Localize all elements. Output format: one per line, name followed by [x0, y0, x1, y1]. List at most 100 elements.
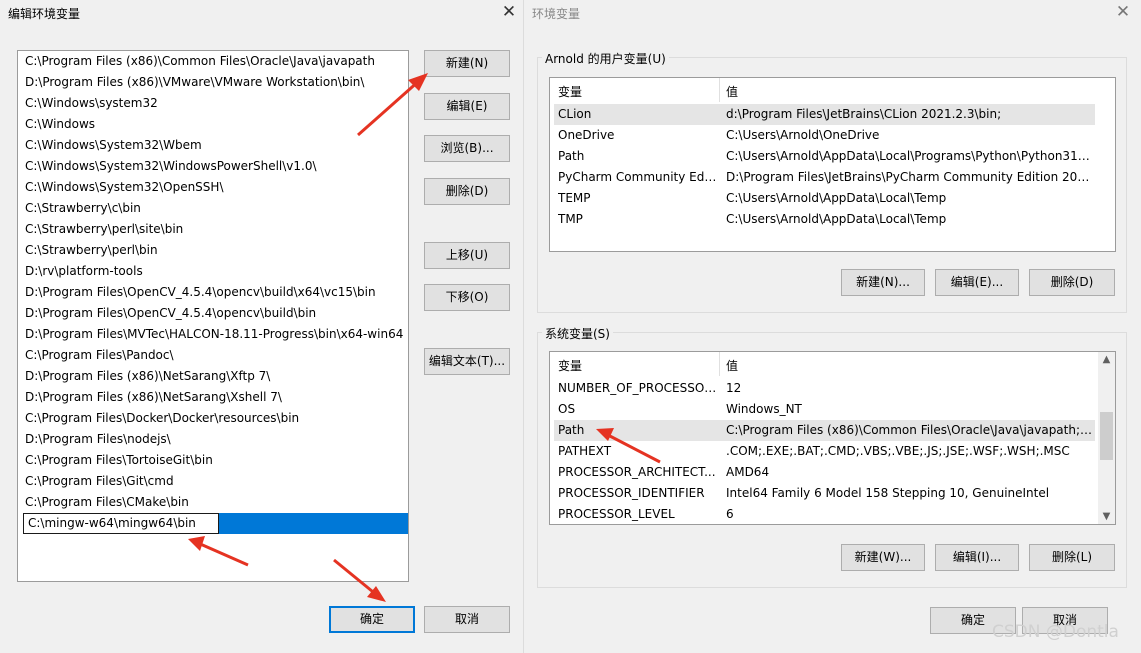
new-button[interactable]: 新建(N) — [424, 50, 510, 77]
user-delete-button[interactable]: 删除(D) — [1029, 269, 1115, 296]
path-list-item[interactable]: C:\Windows\system32 — [18, 93, 408, 114]
variable-value: C:\Program Files (x86)\Common Files\Orac… — [726, 423, 1094, 437]
close-icon[interactable]: ✕ — [1108, 0, 1138, 24]
close-icon[interactable]: ✕ — [494, 0, 524, 24]
user-vars-table[interactable]: 变量 值 CLion d:\Program Files\JetBrains\CLi… — [549, 77, 1116, 252]
table-row[interactable]: NUMBER_OF_PROCESSORS 12 — [554, 378, 1095, 399]
path-edit-row[interactable]: C:\mingw-w64\mingw64\bin — [18, 513, 408, 534]
dialog-title: 编辑环境变量 — [8, 7, 81, 21]
table-row[interactable]: Path C:\Program Files (x86)\Common Files\… — [554, 420, 1095, 441]
variable-name: PROCESSOR_LEVEL — [558, 507, 675, 521]
column-header-variable[interactable]: 变量 — [558, 357, 582, 374]
table-row[interactable]: Path C:\Users\Arnold\AppData\Local\Progra… — [554, 146, 1095, 167]
edit-env-var-dialog: 编辑环境变量 ✕ C:\Program Files (x86)\Common F… — [0, 0, 524, 653]
variable-value: AMD64 — [726, 465, 770, 479]
table-row[interactable]: OS Windows_NT — [554, 399, 1095, 420]
browse-button[interactable]: 浏览(B)... — [424, 135, 510, 162]
path-list-item[interactable]: C:\Program Files\Git\cmd — [18, 471, 408, 492]
table-row[interactable]: CLion d:\Program Files\JetBrains\CLion 20… — [554, 104, 1095, 125]
user-new-button[interactable]: 新建(N)... — [841, 269, 925, 296]
user-vars-label: Arnold 的用户变量(U) — [542, 50, 669, 67]
column-header-variable[interactable]: 变量 — [558, 83, 582, 100]
variable-name: TEMP — [558, 191, 591, 205]
variable-name: CLion — [558, 107, 592, 121]
path-list-item[interactable]: D:\Program Files\nodejs\ — [18, 429, 408, 450]
path-list-item[interactable]: D:\Program Files (x86)\VMware\VMware Wor… — [18, 72, 408, 93]
path-list-item[interactable]: D:\Program Files\MVTec\HALCON-18.11-Prog… — [18, 324, 408, 345]
ok-button[interactable]: 确定 — [329, 606, 415, 633]
variable-name: OneDrive — [558, 128, 615, 142]
scroll-down-icon[interactable]: ▼ — [1098, 511, 1115, 522]
system-vars-table[interactable]: 变量 值 NUMBER_OF_PROCESSORS 12 OS Windows_NT P… — [549, 351, 1116, 525]
table-row[interactable]: PATHEXT .COM;.EXE;.BAT;.CMD;.VBS;.VBE;.JS… — [554, 441, 1095, 462]
watermark: CSDN @Dontla — [992, 622, 1119, 642]
variable-name: PROCESSOR_IDENTIFIER — [558, 486, 705, 500]
table-row[interactable]: PROCESSOR_ARCHITECT... AMD64 — [554, 462, 1095, 483]
path-list-item[interactable]: C:\Strawberry\perl\site\bin — [18, 219, 408, 240]
variable-value: d:\Program Files\JetBrains\CLion 2021.2.… — [726, 107, 1002, 121]
delete-button[interactable]: 删除(D) — [424, 178, 510, 205]
path-list-item[interactable]: D:\Program Files (x86)\NetSarang\Xshell … — [18, 387, 408, 408]
table-header: 变量 值 — [550, 78, 1115, 102]
variable-value: C:\Users\Arnold\AppData\Local\Temp — [726, 191, 947, 205]
path-list[interactable]: C:\Program Files (x86)\Common Files\Orac… — [17, 50, 409, 582]
path-list-item[interactable]: C:\Windows — [18, 114, 408, 135]
system-new-button[interactable]: 新建(W)... — [841, 544, 925, 571]
path-list-item[interactable]: D:\Program Files\OpenCV_4.5.4\opencv\bui… — [18, 303, 408, 324]
variable-name: PyCharm Community Editi... — [558, 170, 718, 184]
variable-value: 6 — [726, 507, 734, 521]
variable-value: C:\Users\Arnold\AppData\Local\Temp — [726, 212, 947, 226]
edit-button[interactable]: 编辑(E) — [424, 93, 510, 120]
variable-value: 12 — [726, 381, 742, 395]
path-list-item[interactable]: C:\Windows\System32\OpenSSH\ — [18, 177, 408, 198]
scroll-thumb[interactable] — [1100, 412, 1113, 460]
scroll-up-icon[interactable]: ▲ — [1098, 354, 1115, 365]
env-vars-dialog: 环境变量 ✕ Arnold 的用户变量(U) 变量 值 CLion d:\Prog… — [525, 0, 1141, 653]
variable-name: TMP — [558, 212, 583, 226]
path-list-item[interactable]: C:\Windows\System32\Wbem — [18, 135, 408, 156]
column-header-value[interactable]: 值 — [726, 83, 738, 100]
table-row[interactable]: OneDrive C:\Users\Arnold\OneDrive — [554, 125, 1095, 146]
table-header: 变量 值 — [550, 352, 1115, 376]
system-edit-button[interactable]: 编辑(I)... — [935, 544, 1019, 571]
move-down-button[interactable]: 下移(O) — [424, 284, 510, 311]
table-row[interactable]: PROCESSOR_LEVEL 6 — [554, 504, 1095, 524]
variable-name: PATHEXT — [558, 444, 612, 458]
edit-text-button[interactable]: 编辑文本(T)... — [424, 348, 510, 375]
system-delete-button[interactable]: 删除(L) — [1029, 544, 1115, 571]
path-list-item[interactable]: C:\Strawberry\c\bin — [18, 198, 408, 219]
dialog-title: 环境变量 — [532, 7, 581, 21]
table-row[interactable]: PROCESSOR_IDENTIFIER Intel64 Family 6 Mod… — [554, 483, 1095, 504]
table-row[interactable]: TEMP C:\Users\Arnold\AppData\Local\Temp — [554, 188, 1095, 209]
system-vars-label: 系统变量(S) — [542, 325, 613, 342]
variable-name: Path — [558, 149, 585, 163]
variable-value: D:\Program Files\JetBrains\PyCharm Commu… — [726, 170, 1094, 184]
path-list-item[interactable]: C:\Program Files\Docker\Docker\resources… — [18, 408, 408, 429]
path-list-item[interactable]: D:\Program Files (x86)\NetSarang\Xftp 7\ — [18, 366, 408, 387]
column-header-value[interactable]: 值 — [726, 357, 738, 374]
table-row[interactable]: TMP C:\Users\Arnold\AppData\Local\Temp — [554, 209, 1095, 230]
path-list-item[interactable]: D:\rv\platform-tools — [18, 261, 408, 282]
scrollbar[interactable]: ▲ ▼ — [1098, 352, 1115, 524]
path-list-item[interactable]: C:\Strawberry\perl\bin — [18, 240, 408, 261]
variable-value: C:\Users\Arnold\OneDrive — [726, 128, 880, 142]
path-edit-input[interactable]: C:\mingw-w64\mingw64\bin — [23, 513, 219, 534]
path-list-item[interactable]: C:\Program Files\TortoiseGit\bin — [18, 450, 408, 471]
table-row[interactable]: PyCharm Community Editi... D:\Program Fil… — [554, 167, 1095, 188]
path-list-item[interactable]: D:\Program Files\OpenCV_4.5.4\opencv\bui… — [18, 282, 408, 303]
variable-value: C:\Users\Arnold\AppData\Local\Programs\P… — [726, 149, 1094, 163]
path-list-item[interactable]: C:\Program Files (x86)\Common Files\Orac… — [18, 51, 408, 72]
variable-name: OS — [558, 402, 576, 416]
user-edit-button[interactable]: 编辑(E)... — [935, 269, 1019, 296]
move-up-button[interactable]: 上移(U) — [424, 242, 510, 269]
path-list-item[interactable]: C:\Program Files\CMake\bin — [18, 492, 408, 513]
variable-name: PROCESSOR_ARCHITECT... — [558, 465, 716, 479]
variable-name: Path — [558, 423, 585, 437]
variable-value: Intel64 Family 6 Model 158 Stepping 10, … — [726, 486, 1050, 500]
variable-value: Windows_NT — [726, 402, 802, 416]
variable-name: NUMBER_OF_PROCESSORS — [558, 381, 718, 395]
variable-value: .COM;.EXE;.BAT;.CMD;.VBS;.VBE;.JS;.JSE;.… — [726, 444, 1070, 458]
path-list-item[interactable]: C:\Program Files\Pandoc\ — [18, 345, 408, 366]
path-list-item[interactable]: C:\Windows\System32\WindowsPowerShell\v1… — [18, 156, 408, 177]
cancel-button[interactable]: 取消 — [424, 606, 510, 633]
